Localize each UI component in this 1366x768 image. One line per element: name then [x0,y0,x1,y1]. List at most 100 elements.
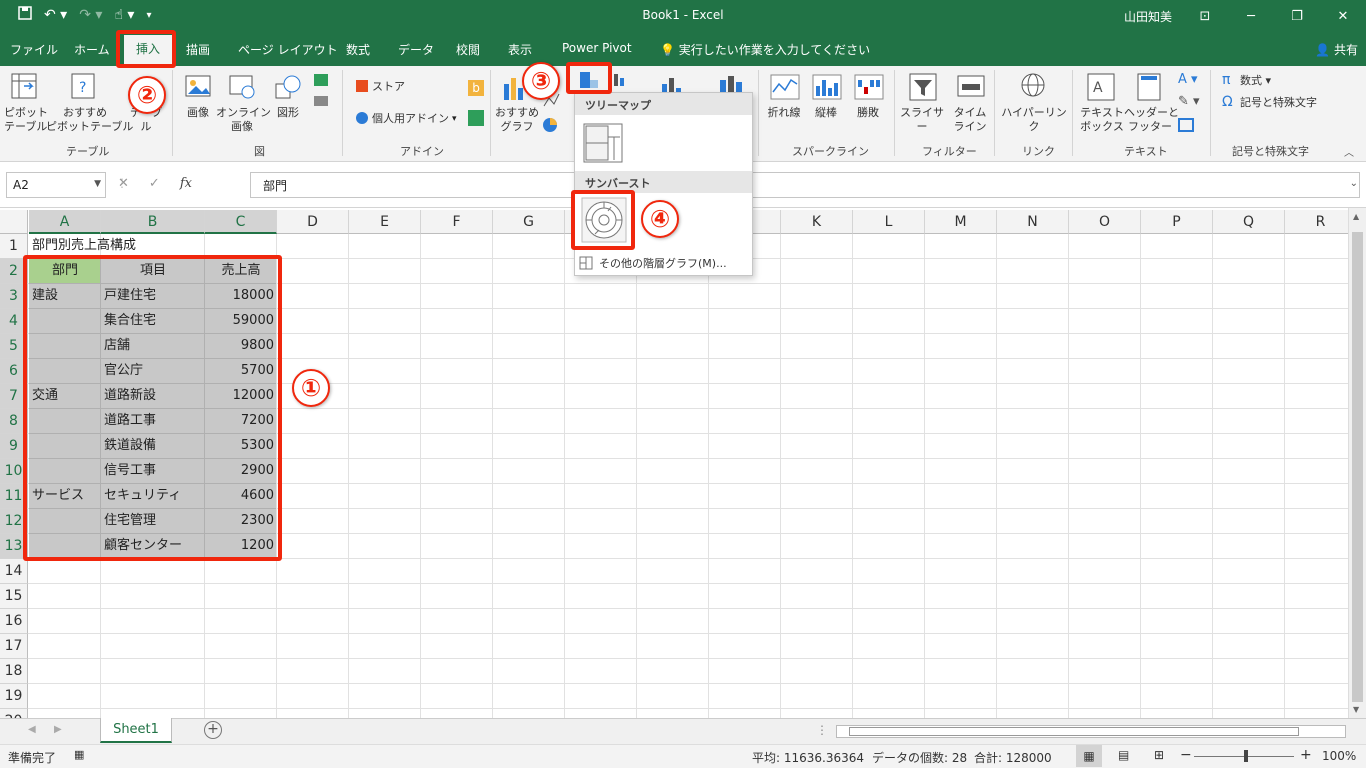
column-header[interactable]: O [1069,210,1141,234]
sheet-tab-sheet1[interactable]: Sheet1 [100,718,172,743]
column-header[interactable]: M [925,210,997,234]
collapse-ribbon-icon[interactable]: ︿ [1344,144,1354,159]
grid-line [996,234,997,718]
store-button[interactable]: ストア [372,80,405,94]
row-header[interactable]: 20 [0,709,28,718]
prev-sheet-icon[interactable]: ◀ [28,724,36,735]
horizontal-scrollbar[interactable] [836,725,1346,738]
tab-review[interactable]: 校閲 [456,41,480,58]
object-icon[interactable] [1178,118,1194,132]
page-layout-view-icon[interactable]: ▤ [1118,748,1129,762]
column-header[interactable]: G [493,210,565,234]
zoom-level[interactable]: 100% [1322,749,1356,763]
count-status[interactable]: データの個数: 28 [872,749,967,766]
recommended-pivot-button[interactable]: おすすめ ピボットテーブル [46,106,133,134]
scroll-down-icon[interactable]: ▼ [1353,705,1359,714]
tab-view[interactable]: 表示 [508,41,532,58]
equation-button[interactable]: 数式 ▾ [1240,74,1271,88]
ribbon-display-icon[interactable]: ⊡ [1182,0,1228,32]
hyperlink-button[interactable]: ハイパーリンク [1000,106,1068,134]
column-header[interactable]: B [101,210,205,234]
people-graph-icon[interactable] [468,110,484,126]
more-hierarchy-charts[interactable]: その他の階層グラフ(M)... [579,255,727,271]
row-header[interactable]: 15 [0,584,28,609]
zoom-slider-thumb[interactable] [1244,750,1248,762]
row-header[interactable]: 16 [0,609,28,634]
restore-icon[interactable]: ❐ [1274,0,1320,32]
tell-me-box[interactable]: 💡 実行したい作業を入力してください [660,41,870,58]
zoom-in-icon[interactable]: + [1300,747,1312,763]
tab-data[interactable]: データ [398,41,434,58]
timeline-button[interactable]: タイム ライン [950,106,990,134]
normal-view-icon[interactable]: ▦ [1076,745,1102,767]
page-break-view-icon[interactable]: ⊞ [1154,748,1164,762]
expand-formula-icon[interactable]: ⌄ [1350,178,1358,189]
online-image-button[interactable]: オンライン 画像 [216,106,271,134]
scroll-thumb[interactable] [1352,232,1363,702]
column-header[interactable]: D [277,210,349,234]
my-addins-button[interactable]: 個人用アドイン [372,112,449,126]
symbol-button[interactable]: 記号と特殊文字 [1240,96,1317,110]
average-status[interactable]: 平均: 11636.36364 [752,749,864,766]
signature-line-icon[interactable]: ✎ ▾ [1178,94,1200,109]
sparkline-line-button[interactable]: 折れ線 [764,106,804,120]
scroll-up-icon[interactable]: ▲ [1353,212,1359,221]
vertical-scrollbar[interactable]: ▲ ▼ [1348,208,1366,718]
add-sheet-icon[interactable]: + [204,721,222,739]
wordart-icon[interactable]: A ▾ [1178,72,1198,87]
shapes-button[interactable]: 図形 [270,106,306,120]
tab-power-pivot[interactable]: Power Pivot [562,41,632,55]
column-header[interactable]: F [421,210,493,234]
column-header[interactable]: Q [1213,210,1285,234]
column-header[interactable]: K [781,210,853,234]
column-header[interactable]: E [349,210,421,234]
waterfall-chart-icon[interactable] [612,70,632,90]
pivot-table-button[interactable]: ピボット テーブル [4,106,48,134]
split-handle-icon[interactable]: ⋮ [816,723,828,737]
smartart-icon[interactable] [312,72,332,112]
scroll-thumb[interactable] [849,727,1299,736]
sum-status[interactable]: 合計: 128000 [974,749,1052,766]
header-footer-button[interactable]: ヘッダーと フッター [1124,106,1179,134]
name-box[interactable]: A2 ▼ [6,172,106,198]
pie-chart-icon[interactable] [542,116,566,134]
slicer-button[interactable]: スライサー [896,106,948,134]
treemap-icon[interactable] [583,123,623,163]
column-header[interactable]: L [853,210,925,234]
next-sheet-icon[interactable]: ▶ [54,724,62,735]
zoom-out-icon[interactable]: − [1180,747,1192,763]
tab-page-layout[interactable]: ページ レイアウト [238,41,338,58]
column-header[interactable]: A [29,210,101,234]
dropdown-arrow-icon[interactable]: ▾ [452,114,457,124]
tab-formulas[interactable]: 数式 [346,41,370,58]
tab-draw[interactable]: 描画 [186,41,210,58]
recommended-chart-button[interactable]: おすすめ グラフ [494,106,540,134]
image-button[interactable]: 画像 [180,106,216,120]
timeline-icon [957,75,985,97]
column-header[interactable]: R [1285,210,1357,234]
share-button[interactable]: 👤 共有 [1315,41,1358,58]
sparkline-winloss-button[interactable]: 勝敗 [850,106,886,120]
column-header[interactable]: N [997,210,1069,234]
formula-input[interactable]: 部門 [250,172,1360,198]
cancel-icon[interactable]: ✕ [118,176,129,191]
row-header[interactable]: 19 [0,684,28,709]
bing-icon[interactable]: b [468,80,484,96]
minimize-icon[interactable]: ─ [1228,0,1274,32]
close-icon[interactable]: ✕ [1320,0,1366,32]
column-header[interactable]: P [1141,210,1213,234]
confirm-icon[interactable]: ✓ [149,176,160,191]
tab-file[interactable]: ファイル [10,41,58,58]
macro-record-icon[interactable]: ▦ [74,748,84,761]
row-header[interactable]: 18 [0,659,28,684]
insert-function-icon[interactable]: fx [180,176,192,191]
column-header[interactable]: C [205,210,277,234]
select-all-corner[interactable] [0,210,28,234]
tab-home[interactable]: ホーム [74,41,110,58]
user-name[interactable]: 山田知美 [1124,8,1172,25]
omega-icon: Ω [1222,94,1233,110]
row-header[interactable]: 14 [0,559,28,584]
row-header[interactable]: 17 [0,634,28,659]
textbox-button[interactable]: テキスト ボックス [1076,106,1128,134]
sparkline-column-button[interactable]: 縦棒 [808,106,844,120]
